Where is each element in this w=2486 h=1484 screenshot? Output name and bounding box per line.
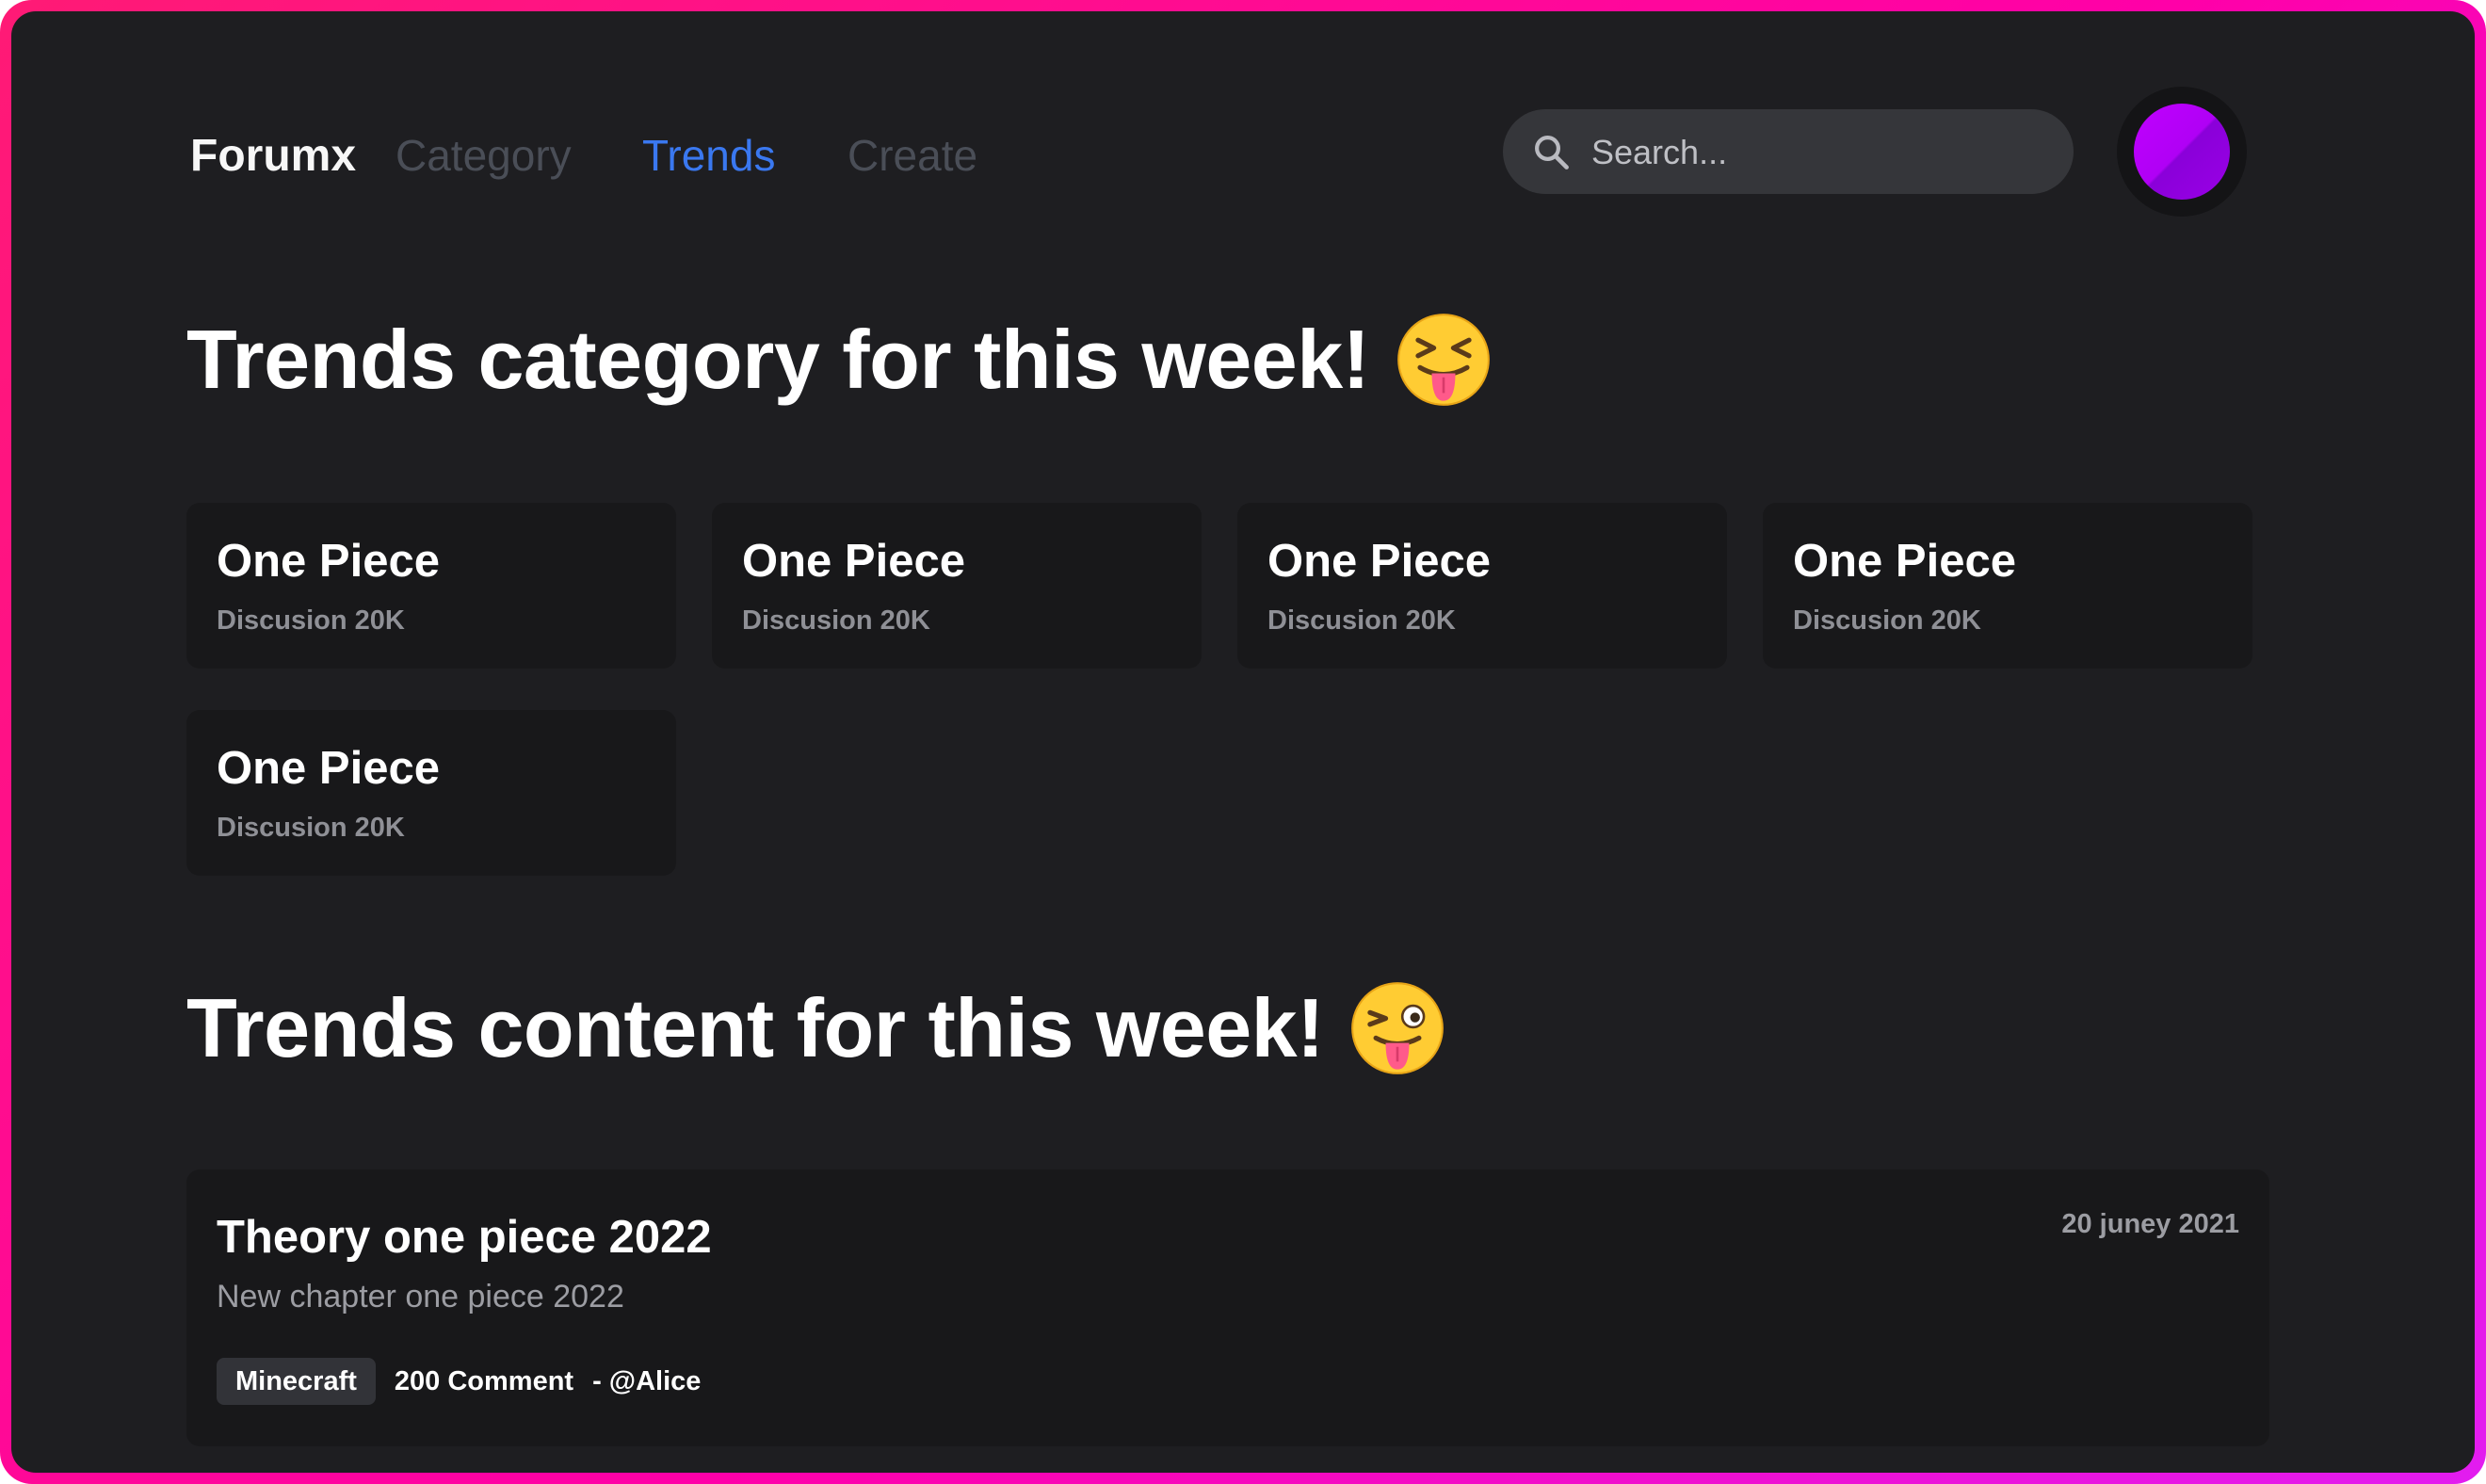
categories-section-title: Trends category for this week! xyxy=(186,311,1493,409)
categories-heading: Trends category for this week! xyxy=(186,313,1370,406)
content-heading: Trends content for this week! xyxy=(186,981,1324,1074)
category-title: One Piece xyxy=(742,536,965,587)
post-subtitle: New chapter one piece 2022 xyxy=(217,1279,624,1315)
top-nav: Forumx Category Trends Create xyxy=(11,11,2475,218)
post-title[interactable]: Theory one piece 2022 xyxy=(217,1211,712,1264)
window-frame: Forumx Category Trends Create Trends cat… xyxy=(0,0,2486,1484)
category-title: One Piece xyxy=(1793,536,2016,587)
category-title: One Piece xyxy=(217,536,440,587)
search-icon xyxy=(1535,136,1569,169)
category-title: One Piece xyxy=(1267,536,1491,587)
search-input[interactable] xyxy=(1590,109,2045,196)
nav-link-trends[interactable]: Trends xyxy=(642,130,775,181)
nav-link-category[interactable]: Category xyxy=(396,130,572,181)
squinting-tongue-emoji-icon xyxy=(1396,314,1490,406)
category-discussion-count: Discusion 20K xyxy=(217,605,405,636)
avatar-container xyxy=(2117,87,2247,217)
category-card[interactable]: One Piece Discusion 20K xyxy=(1237,503,1727,669)
post-card[interactable]: Theory one piece 2022 New chapter one pi… xyxy=(186,1169,2269,1446)
content-section-title: Trends content for this week! xyxy=(186,979,1446,1077)
category-card[interactable]: One Piece Discusion 20K xyxy=(186,503,676,669)
app-root: Forumx Category Trends Create Trends cat… xyxy=(11,11,2475,1473)
post-meta: Minecraft 200 Comment - @Alice xyxy=(217,1358,701,1405)
user-avatar[interactable] xyxy=(2134,104,2230,200)
category-discussion-count: Discusion 20K xyxy=(742,605,930,636)
nav-link-create[interactable]: Create xyxy=(848,130,977,181)
post-author[interactable]: - @Alice xyxy=(592,1366,701,1397)
category-card[interactable]: One Piece Discusion 20K xyxy=(712,503,1202,669)
post-comment-count[interactable]: 200 Comment xyxy=(395,1366,573,1397)
category-discussion-count: Discusion 20K xyxy=(217,813,405,843)
post-tag[interactable]: Minecraft xyxy=(217,1358,376,1405)
brand-logo[interactable]: Forumx xyxy=(190,130,356,182)
winking-tongue-emoji-icon xyxy=(1351,982,1444,1074)
search-bar[interactable] xyxy=(1503,109,2074,196)
category-title: One Piece xyxy=(217,743,440,794)
category-discussion-count: Discusion 20K xyxy=(1267,605,1456,636)
category-card[interactable]: One Piece Discusion 20K xyxy=(186,710,676,876)
category-card[interactable]: One Piece Discusion 20K xyxy=(1763,503,2252,669)
post-date: 20 juney 2021 xyxy=(2061,1209,2239,1239)
category-discussion-count: Discusion 20K xyxy=(1793,605,1981,636)
